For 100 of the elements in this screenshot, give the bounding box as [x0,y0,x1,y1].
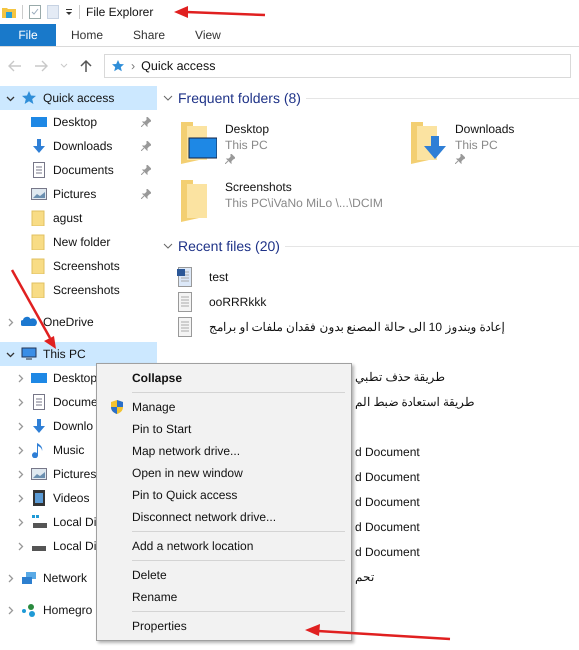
word-document-icon [177,266,193,286]
menu-item[interactable]: Open in new window [99,462,349,484]
properties-icon[interactable] [29,5,41,19]
chevron-icon[interactable] [163,242,173,250]
star-icon [21,90,37,106]
tree-item[interactable]: New folder [0,230,157,254]
chevron-icon[interactable] [6,350,15,358]
back-icon[interactable] [8,60,22,72]
menu-item[interactable]: Delete [99,564,349,586]
folder-icon [31,282,47,298]
menu-item[interactable]: Add a network location [99,535,349,557]
tree-label: Pictures [53,467,96,481]
folder-tile[interactable]: Screenshots This PC\iVaNo MiLo \...\DCIM [177,178,407,222]
pin-icon[interactable] [141,141,151,151]
text-file-icon [177,316,193,336]
file-name[interactable]: d Document [355,520,420,534]
file-name[interactable]: test [209,270,228,284]
menu-item[interactable]: Disconnect network drive... [99,506,349,528]
forward-icon[interactable] [34,60,48,72]
desktop-icon [31,114,47,130]
tree-item[interactable]: Pictures [0,182,157,206]
tree-item[interactable]: Quick access [0,86,157,110]
tree-item[interactable]: Downloads [0,134,157,158]
file-name[interactable]: طريقة حذف تطبي [355,370,446,384]
folder-tile[interactable]: Desktop This PC [177,120,407,164]
tree-label: Docume [53,395,98,409]
tree-label: Local Di [53,515,96,529]
documents-icon [31,394,47,410]
file-name[interactable]: طريقة استعادة ضبط الم [355,394,476,408]
desktop-icon [31,370,47,386]
section-heading: Frequent folders (8) [178,90,301,106]
drive-icon [31,546,47,552]
ribbon-tab[interactable]: Share [118,24,180,46]
shield-icon [109,399,125,415]
folder-tile[interactable]: Downloads This PC [407,120,579,164]
chevron-down-icon[interactable] [60,63,68,69]
tree-item[interactable]: agust [0,206,157,230]
download-icon [31,418,47,434]
tree-label: Quick access [43,91,114,105]
pictures-icon [31,466,47,482]
network-icon [21,570,37,586]
file-name[interactable]: d Document [355,470,420,484]
tree-item[interactable]: This PC [0,342,157,366]
ribbon-tab[interactable]: File [0,24,56,46]
tree-label: Desktop [53,371,98,385]
path-separator: › [131,59,136,73]
tree-label: Documents [53,163,114,177]
tree-label: New folder [53,235,110,249]
file-name[interactable]: إعادة ويندوز 10 الى حالة المصنع بدون فقدان ملفات او برامج [209,320,505,334]
path-segment[interactable]: Quick access [141,59,216,73]
pin-icon[interactable] [141,117,151,127]
tree-item[interactable]: Screenshots [0,254,157,278]
videos-icon [31,490,47,506]
menu-item[interactable]: Collapse [99,367,349,389]
tree-label: This PC [43,347,86,361]
tree-label: Music [53,443,84,457]
folder-icon [31,234,47,250]
folder-icon [2,5,16,19]
tree-label: Homegro [43,603,92,617]
file-name[interactable]: تحم [355,570,374,584]
window-title: File Explorer [86,5,154,19]
tree-item[interactable]: OneDrive [0,310,157,334]
documents-icon [31,162,47,178]
download-icon [31,138,47,154]
pin-icon[interactable] [141,189,151,199]
tree-item[interactable]: Desktop [0,110,157,134]
folder-name: Screenshots [225,180,293,194]
menu-item[interactable]: Rename [99,586,349,608]
folder-location: This PC\iVaNo MiLo \...\DCIM [225,196,383,210]
text-file-icon [177,292,193,312]
file-name[interactable]: d Document [355,494,420,508]
chevron-icon[interactable] [6,94,15,102]
chevron-icon[interactable] [163,94,173,102]
tree-label: Local Di [53,539,96,553]
pin-icon[interactable] [141,165,151,175]
up-icon[interactable] [80,59,92,73]
file-name[interactable]: d Document [355,444,420,458]
menu-item[interactable]: Pin to Start [99,418,349,440]
tree-label: Screenshots [53,259,120,273]
menu-item[interactable]: Properties [99,615,349,637]
ribbon-tab[interactable]: View [180,24,236,46]
pc-icon [21,346,37,362]
dropdown-icon[interactable] [65,8,73,16]
address-field[interactable]: › Quick access [104,54,571,78]
tree-label: Downlo [53,419,94,433]
tree-label: OneDrive [43,315,94,329]
menu-item[interactable]: Pin to Quick access [99,484,349,506]
tree-item[interactable]: Documents [0,158,157,182]
file-name[interactable]: d Document [355,544,420,558]
menu-item[interactable]: Manage [99,396,349,418]
tree-label: Downloads [53,139,112,153]
menu-item[interactable]: Map network drive... [99,440,349,462]
section-heading: Recent files (20) [178,238,280,254]
folder-name: Downloads [455,122,514,136]
homegroup-icon [21,602,37,618]
pictures-icon [31,186,47,202]
tree-label: agust [53,211,82,225]
file-name[interactable]: ooRRRkkk [209,294,266,308]
tree-item[interactable]: Screenshots [0,278,157,302]
ribbon-tab[interactable]: Home [56,24,118,46]
